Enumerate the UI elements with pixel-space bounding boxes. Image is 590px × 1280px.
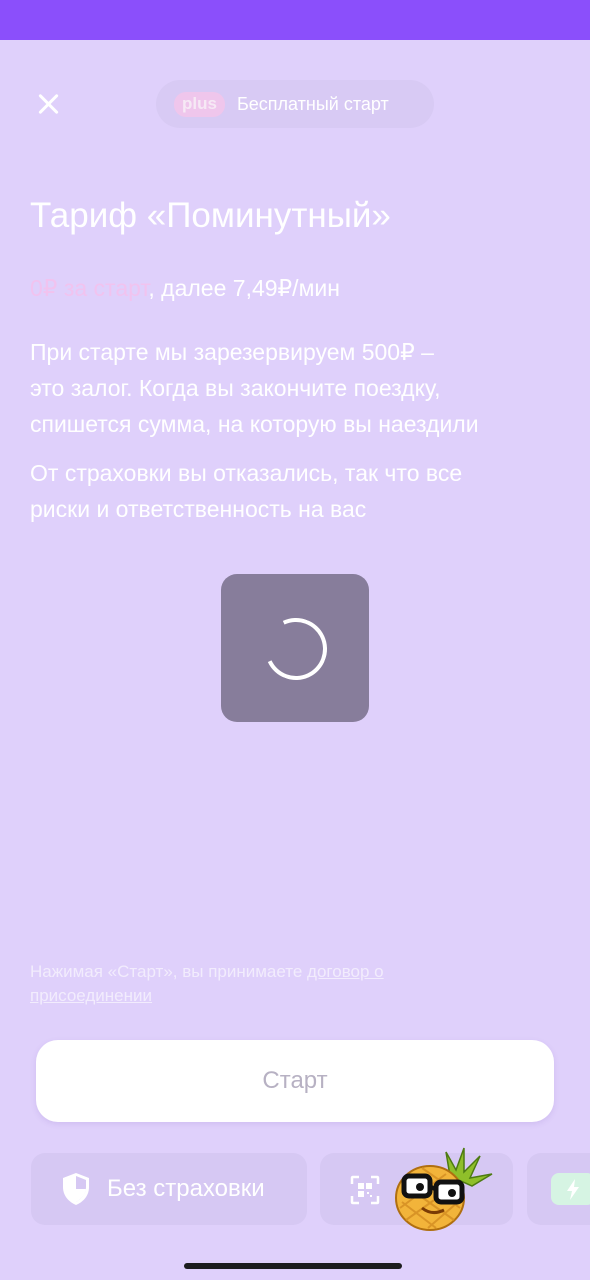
tariff-title: Тариф «Поминутный»	[30, 196, 391, 235]
bolt-icon	[567, 1179, 579, 1200]
home-indicator[interactable]	[184, 1263, 402, 1269]
deposit-info-line: спишется сумма, на которую вы наездили	[30, 411, 479, 437]
tariff-price: 0₽ за старт, далее 7,49₽/мин	[30, 275, 340, 302]
close-button[interactable]	[28, 84, 68, 124]
boost-option[interactable]	[527, 1153, 590, 1225]
plus-badge: plus	[174, 91, 225, 117]
insurance-info-line: риски и ответственность на вас	[30, 496, 367, 522]
bolt-badge	[551, 1173, 590, 1205]
insurance-info: От страховки вы отказались, так что все …	[30, 455, 462, 527]
shield-icon	[63, 1173, 89, 1205]
deposit-info-line: При старте мы зарезервируем 500₽ –	[30, 339, 434, 365]
no-insurance-option[interactable]: Без страховки	[31, 1153, 307, 1225]
insurance-info-line: От страховки вы отказались, так что все	[30, 460, 463, 486]
loading-overlay	[221, 574, 369, 722]
price-per-minute: , далее 7,49₽/мин	[148, 275, 340, 301]
start-button[interactable]: Старт	[36, 1040, 554, 1122]
deposit-info: При старте мы зарезервируем 500₽ – это з…	[30, 334, 479, 442]
promo-label: Бесплатный старт	[236, 93, 389, 114]
consent-prefix: Нажимая «Старт», вы принимаете	[30, 962, 308, 981]
status-bar	[0, 0, 590, 40]
free-start-promo[interactable]: plus Бесплатный старт	[156, 80, 434, 128]
consent-text: Нажимая «Старт», вы принимаете договор о…	[30, 960, 500, 1008]
no-insurance-label: Без страховки	[107, 1175, 265, 1202]
qr-scan-icon	[350, 1175, 380, 1205]
price-start: 0₽ за старт	[30, 275, 149, 301]
deposit-info-line: это залог. Когда вы закончите поездку,	[30, 375, 441, 401]
loading-spinner-icon	[256, 609, 336, 689]
pineapple-mascot-icon	[395, 1147, 493, 1231]
